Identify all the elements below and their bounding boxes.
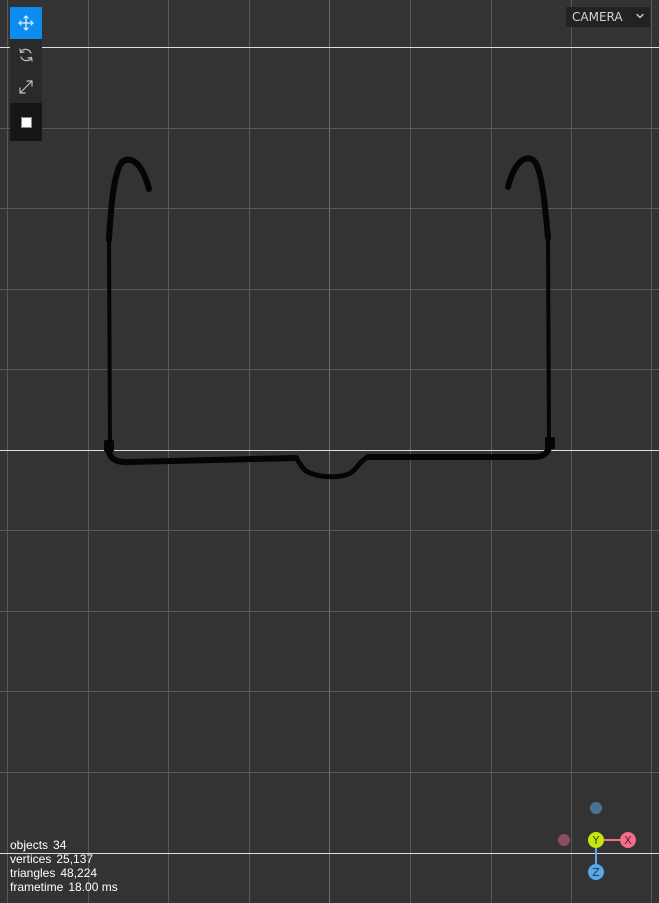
z-axis-handle[interactable]: Z (588, 864, 604, 880)
move-icon (18, 15, 34, 31)
bridge (293, 454, 371, 480)
chevron-down-icon (636, 13, 644, 19)
rotate-tool-button[interactable] (10, 39, 42, 71)
front-frame-left (105, 441, 299, 466)
axis-gizmo[interactable]: Y X Z (550, 795, 650, 890)
neg-z-axis-handle[interactable] (590, 802, 602, 814)
svg-text:X: X (624, 834, 632, 847)
glasses-model[interactable] (0, 0, 659, 903)
right-temple-tip (505, 155, 551, 241)
y-axis-handle[interactable]: Y (588, 832, 604, 848)
camera-select-value: CAMERA (572, 10, 623, 24)
svg-text:Z: Z (592, 866, 600, 879)
render-stats: objects 34 vertices 25,137 triangles 48,224… (10, 838, 118, 894)
front-frame-right (365, 437, 553, 461)
left-temple-tip (106, 156, 152, 243)
shading-mode-button[interactable] (10, 103, 42, 141)
svg-text:Y: Y (592, 834, 600, 847)
scale-icon (19, 80, 33, 94)
x-axis-handle[interactable]: X (620, 832, 636, 848)
neg-x-axis-handle[interactable] (558, 834, 570, 846)
transform-toolbar (10, 7, 42, 141)
stat-vertices: vertices 25,137 (10, 852, 94, 866)
camera-select[interactable]: CAMERA (566, 7, 650, 27)
rotate-icon (19, 48, 33, 62)
scale-tool-button[interactable] (10, 71, 42, 103)
left-temple (107, 238, 112, 452)
stat-objects: objects 34 (10, 838, 67, 852)
right-temple (546, 236, 551, 448)
solid-shading-icon (20, 116, 32, 128)
move-tool-button[interactable] (10, 7, 42, 39)
stat-frametime: frametime 18.00 ms (10, 880, 118, 894)
stat-triangles: triangles 48,224 (10, 866, 98, 880)
